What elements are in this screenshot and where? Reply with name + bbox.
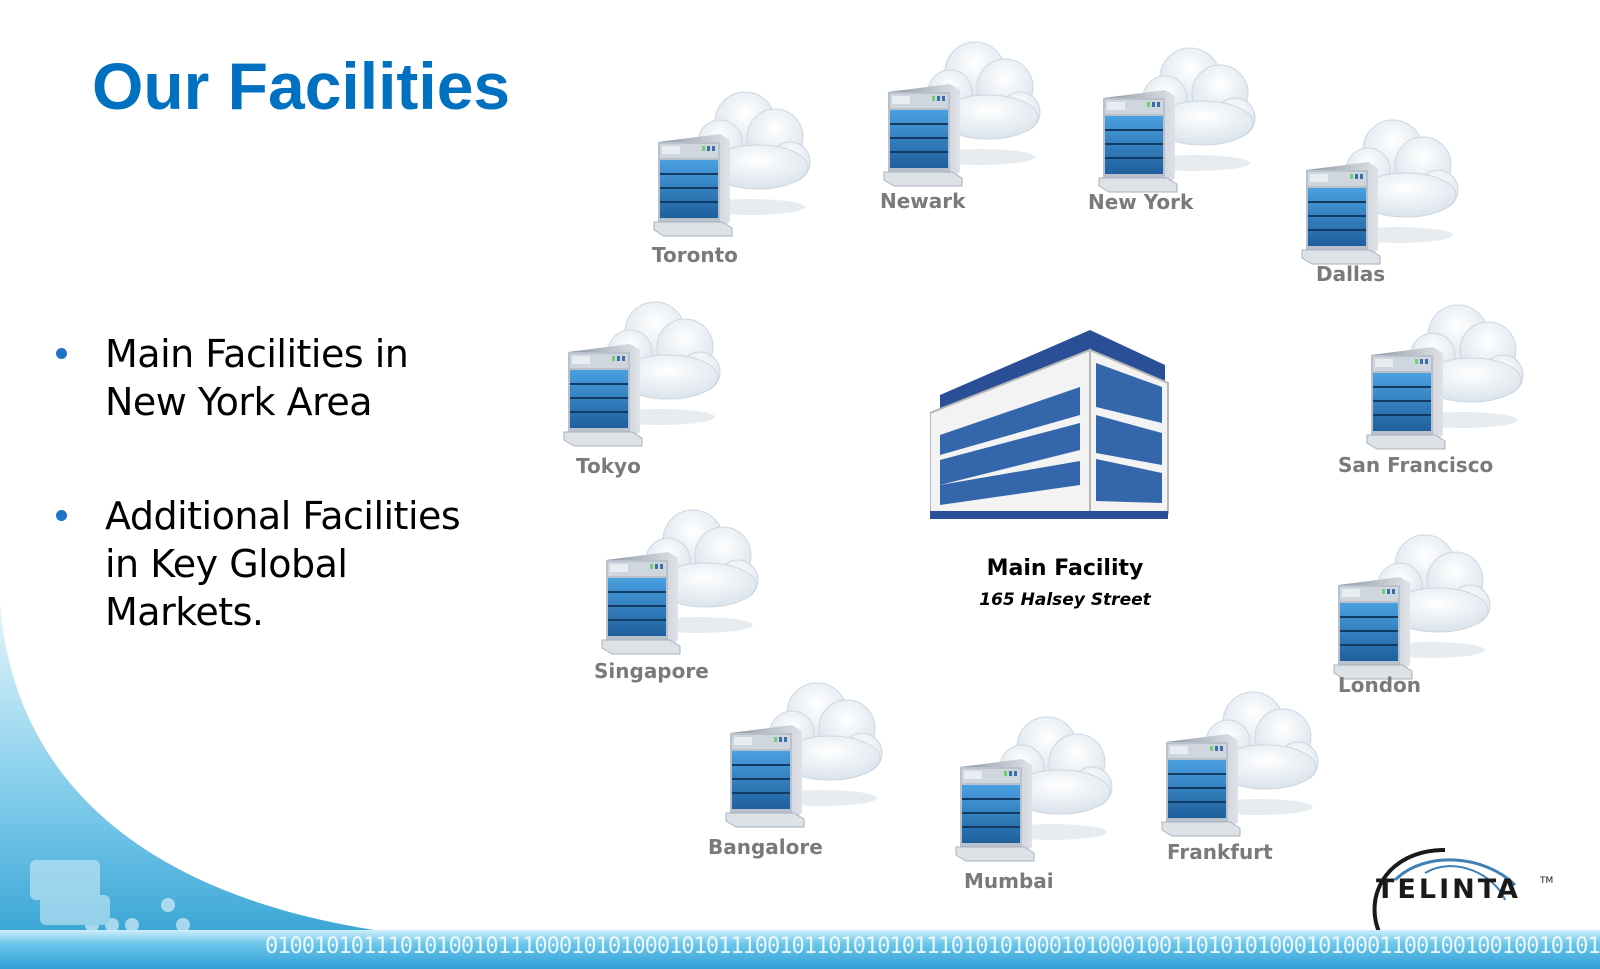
bullet-text-line: Main Facilities in: [105, 332, 409, 376]
binary-footer-strip: 0100101011101010010111000101010001010111…: [0, 930, 1600, 969]
cloud-server-icon: [598, 500, 768, 680]
bullet-text-line: Additional Facilities: [105, 494, 461, 538]
bullet-text-line: Markets.: [105, 590, 264, 634]
bullet-list: Main Facilities in New York Area Additio…: [52, 330, 522, 702]
cloud-server-icon: [880, 32, 1050, 212]
bullet-text-line: in Key Global: [105, 542, 348, 586]
facility-label: Dallas: [1316, 262, 1386, 286]
binary-footer-text: 0100101011101010010111000101010001010111…: [265, 934, 1600, 959]
bullet-item: Additional Facilities in Key Global Mark…: [52, 492, 522, 636]
facility-label: Newark: [880, 189, 966, 213]
slide-title: Our Facilities: [92, 49, 511, 123]
logo-brand-text: TELINTA: [1376, 874, 1521, 905]
bullet-item: Main Facilities in New York Area: [52, 330, 522, 426]
facility-label: Tokyo: [576, 454, 641, 478]
office-building-icon: [930, 330, 1169, 519]
facility-label: Frankfurt: [1167, 840, 1273, 864]
main-facility-label: Main Facility: [986, 556, 1144, 581]
bullet-dot-icon: [56, 510, 67, 521]
facility-label: San Francisco: [1338, 453, 1494, 477]
bullet-dot-icon: [56, 348, 67, 359]
cloud-server-icon: [722, 673, 892, 853]
cloud-server-icon: [1363, 295, 1533, 475]
facility-label: Toronto: [652, 243, 738, 267]
main-facility-address: 165 Halsey Street: [979, 590, 1151, 610]
bullet-text-line: New York Area: [105, 380, 373, 424]
cloud-server-icon: [1158, 682, 1328, 862]
cloud-server-icon: [560, 292, 730, 472]
facility-label: London: [1338, 673, 1422, 697]
facility-label: Singapore: [594, 659, 709, 683]
cloud-server-icon: [952, 707, 1122, 887]
cloud-server-icon: [650, 82, 820, 262]
logo-trademark: TM: [1540, 876, 1554, 886]
facility-label: Mumbai: [964, 869, 1054, 893]
facility-label: New York: [1088, 190, 1194, 214]
facility-label: Bangalore: [708, 835, 823, 859]
